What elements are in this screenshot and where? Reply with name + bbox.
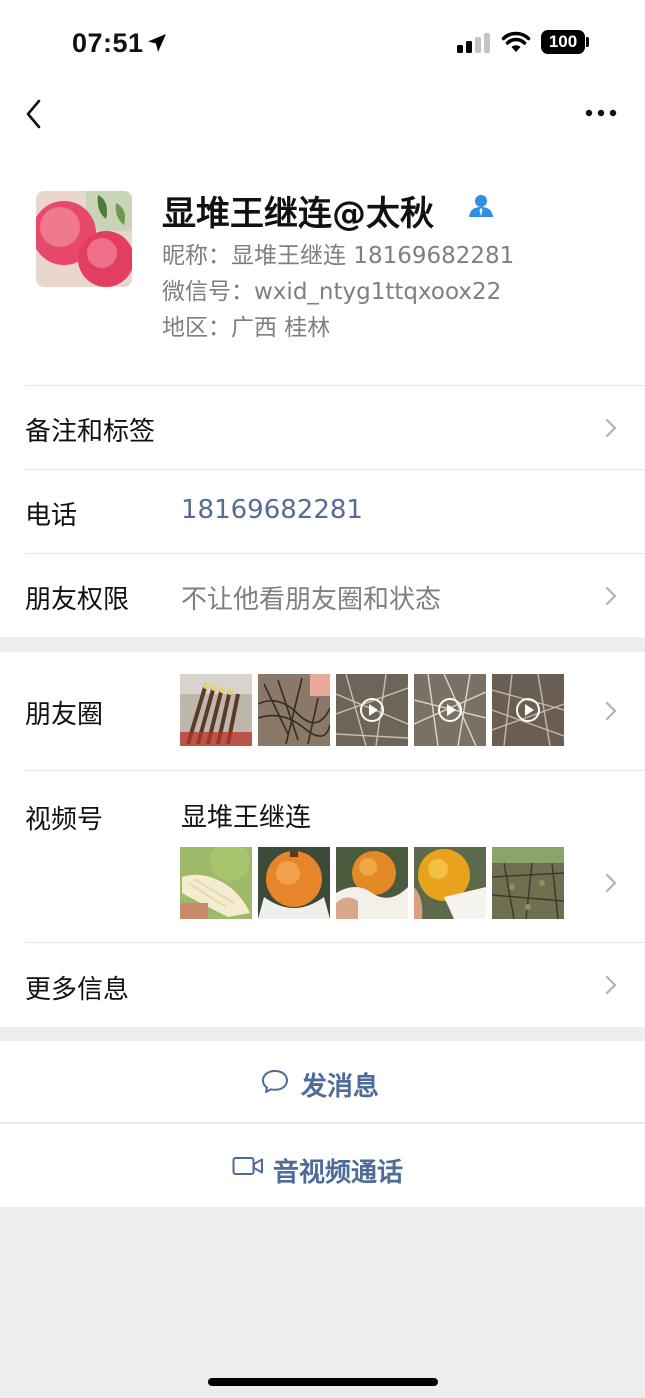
signal-icon: [457, 33, 490, 53]
row-moments[interactable]: 朋友圈: [0, 652, 645, 771]
chevron-right-icon: [605, 418, 617, 438]
row-remarks-tags[interactable]: 备注和标签: [0, 386, 645, 470]
moments-thumbnail: [258, 674, 330, 746]
channels-thumbnail: [258, 847, 330, 919]
battery-tip: [586, 37, 589, 47]
channels-label: 视频号: [25, 805, 104, 835]
nickname-text: 昵称：显堆王继连 18169682281: [162, 243, 515, 269]
send-message-button[interactable]: 发消息: [0, 1041, 645, 1123]
nav-bar: [0, 88, 645, 148]
battery-indicator: 100: [541, 30, 585, 54]
row-phone: 电话 18169682281: [0, 470, 645, 554]
permission-value: 不让他看朋友圈和状态: [181, 585, 442, 615]
location-arrow-icon: [148, 34, 166, 52]
permission-label: 朋友权限: [25, 585, 130, 615]
status-time: 07:51: [72, 28, 144, 58]
region-text: 地区：广西 桂林: [162, 315, 331, 341]
display-name: 显堆王继连@太秋: [162, 194, 434, 234]
moments-label: 朋友圈: [25, 700, 104, 730]
chevron-right-icon: [605, 975, 617, 995]
channels-thumbnail: [492, 847, 564, 919]
video-camera-icon: [232, 1157, 263, 1175]
message-bubble-icon: [262, 1070, 288, 1093]
moments-video-thumbnail: [336, 674, 408, 746]
phone-number-link[interactable]: 18169682281: [181, 495, 363, 525]
row-channels[interactable]: 视频号 显堆王继连: [0, 771, 645, 943]
chevron-right-icon: [605, 701, 617, 721]
back-icon[interactable]: [24, 98, 44, 130]
more-info-label: 更多信息: [25, 975, 130, 1005]
voice-video-call-label: 音视频通话: [273, 1158, 404, 1188]
moments-video-thumbnail: [492, 674, 564, 746]
remarks-label: 备注和标签: [25, 417, 156, 447]
more-icon[interactable]: [585, 108, 617, 118]
send-message-label: 发消息: [301, 1072, 380, 1102]
contact-badge-icon: [469, 195, 493, 217]
channels-thumbnail: [180, 847, 252, 919]
voice-video-call-button[interactable]: 音视频通话: [0, 1124, 645, 1207]
wechat-id-text: 微信号：wxid_ntyg1ttqxoox22: [162, 279, 502, 305]
avatar[interactable]: [36, 191, 132, 287]
row-friend-permission[interactable]: 朋友权限 不让他看朋友圈和状态: [0, 554, 645, 637]
chevron-right-icon: [605, 873, 617, 893]
moments-thumbnail: [180, 674, 252, 746]
profile-header: 显堆王继连@太秋 昵称：显堆王继连 18169682281 微信号：wxid_n…: [0, 148, 645, 386]
home-indicator[interactable]: [208, 1378, 438, 1386]
status-bar: 07:51 100: [0, 0, 645, 88]
chevron-right-icon: [605, 586, 617, 606]
row-more-info[interactable]: 更多信息: [0, 943, 645, 1027]
phone-label: 电话: [25, 501, 78, 531]
channels-name: 显堆王继连: [181, 803, 312, 833]
wifi-icon: [501, 31, 531, 52]
channels-thumbnail: [336, 847, 408, 919]
moments-video-thumbnail: [414, 674, 486, 746]
divider: [0, 1122, 645, 1123]
channels-thumbnail: [414, 847, 486, 919]
